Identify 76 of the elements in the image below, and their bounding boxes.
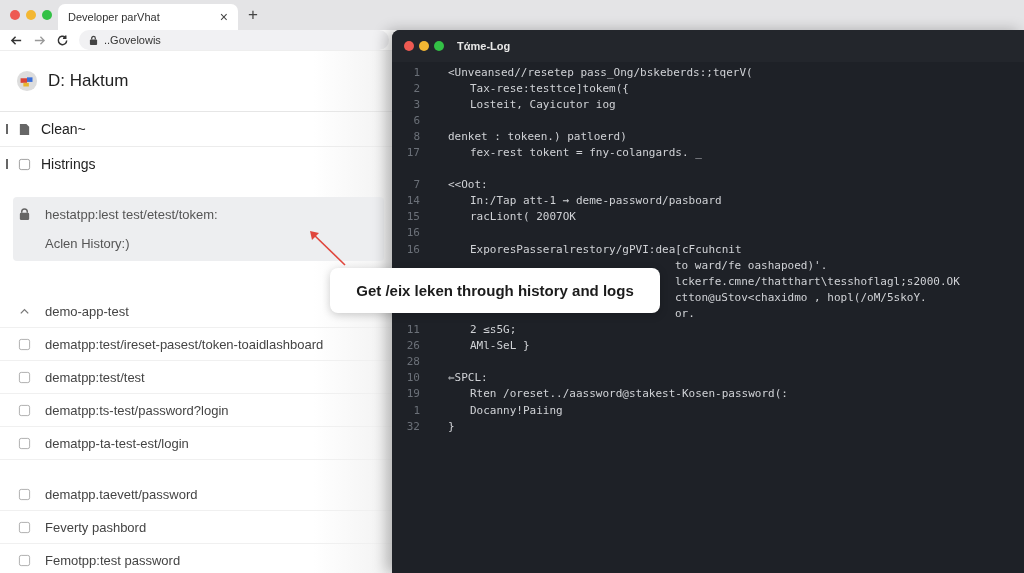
new-tab-button[interactable]: + [248, 5, 258, 25]
checkbox[interactable] [18, 553, 31, 567]
maximize-window-button[interactable] [434, 41, 444, 51]
list-item[interactable]: demo-app-test [45, 303, 129, 319]
checkbox[interactable] [18, 337, 31, 351]
list-item[interactable]: dematpp.taevett/password [45, 486, 198, 502]
document-icon [18, 122, 31, 136]
window-title: Tάme-Log [457, 40, 511, 52]
list-item[interactable]: dematpp:test/ireset-pasest/token-toaidlashboard [45, 336, 324, 352]
browser-tab[interactable]: Developer parVhat × [58, 4, 238, 30]
minimize-window-button[interactable] [419, 41, 429, 51]
callout-bubble: Get /eix leken through history and logs [330, 268, 660, 313]
code-line: ctton@uStov<chaxidmo , hopl(/oM/5skoY. [675, 290, 927, 304]
app-title: D: Haktum [48, 71, 129, 91]
line-number: 3 [412, 97, 420, 111]
line-number: 16 [405, 242, 420, 256]
close-window-button[interactable] [10, 10, 20, 20]
line-number: 32 [405, 419, 420, 433]
reload-icon[interactable] [56, 33, 69, 47]
code-line: Losteit, Cayicutor iog [470, 97, 616, 111]
pointer-arrow [308, 229, 348, 267]
card-subtitle: Aclen History:) [44, 236, 131, 251]
address-field[interactable]: ..Govelowis [79, 30, 389, 50]
line-number: 2 [412, 81, 420, 95]
tab-title: Developer parVhat [68, 11, 160, 23]
history-card[interactable]: hestatpp:lest test/etest/tokem: Aclen History:) [13, 197, 384, 261]
sidebar-item[interactable]: Clean~ [41, 121, 86, 137]
code-line: } [448, 419, 455, 433]
list-item[interactable]: dematpp:ts-test/password?login [45, 402, 229, 418]
line-number: 28 [405, 355, 420, 369]
code-line: ExporesPasseralrestory/gPVI:dea[cFcuhcnit [470, 242, 742, 256]
line-number: 16 [405, 226, 420, 240]
code-line: fex-rest tokent = fny-colangards. _ [470, 146, 702, 159]
list-item[interactable]: dematpp-ta-test-est/login [45, 435, 189, 451]
code-line: AMl-SeL } [470, 339, 530, 353]
checkbox[interactable] [18, 520, 31, 534]
line-number: 10 [405, 371, 420, 385]
line-number: 6 [412, 113, 420, 127]
list-item[interactable]: Feverty pashbord [45, 519, 147, 535]
code-line: <<Oot: [448, 178, 488, 192]
code-line: racLiont( 2007OK [470, 210, 576, 224]
tab-close-button[interactable]: × [219, 9, 228, 25]
line-number: 7 [412, 178, 420, 192]
sidebar-item[interactable]: Histrings [41, 156, 96, 172]
line-number: 1 [412, 65, 420, 79]
line-number: 14 [405, 194, 420, 208]
list-item[interactable]: dematpp:test/test [45, 369, 145, 385]
checkbox[interactable] [18, 436, 31, 450]
code-line: or. [675, 306, 695, 320]
code-line: <Unveansed//resetep pass_Ong/bskeberds:;tqerV( [448, 65, 753, 79]
card-path: hestatpp:lest test/etest/tokem: [45, 207, 218, 222]
code-line: Docanny!Paiing [470, 403, 563, 417]
code-line: 2 ≤s5G; [470, 323, 517, 337]
code-line: denket : tokeen.) patloerd) [448, 129, 627, 143]
line-number: 15 [405, 210, 420, 224]
code-line: ⇐SPCL: [448, 371, 488, 385]
close-window-button[interactable] [404, 41, 414, 51]
code-line: Tax-rese:testtce]tokem({ [470, 81, 629, 95]
lock-icon [18, 208, 31, 221]
checkbox[interactable] [18, 403, 31, 417]
checkbox[interactable] [18, 157, 31, 171]
line-number: 19 [405, 387, 420, 401]
line-number: 1 [412, 403, 420, 417]
code-line: lckerfe.cmne/thatthart\tesshoflagl;s2000.OK [675, 274, 960, 288]
code-line: to ward/fe oashapoed)'. [675, 258, 828, 272]
code-line: In:/Tap att-1 → deme-password/pasboard [470, 194, 722, 208]
line-number: 26 [405, 339, 420, 353]
checkbox[interactable] [18, 487, 31, 501]
logo-icon [16, 70, 38, 92]
line-number: 8 [412, 129, 420, 143]
code-line: Rten /oreset../aassword@stakest-Kosen-password(: [470, 387, 788, 401]
list-item[interactable]: Femotpp:test password [45, 552, 181, 568]
line-number: 11 [405, 323, 420, 337]
lock-icon [89, 34, 98, 46]
checkbox[interactable] [18, 370, 31, 384]
line-number: 17 [405, 146, 420, 159]
